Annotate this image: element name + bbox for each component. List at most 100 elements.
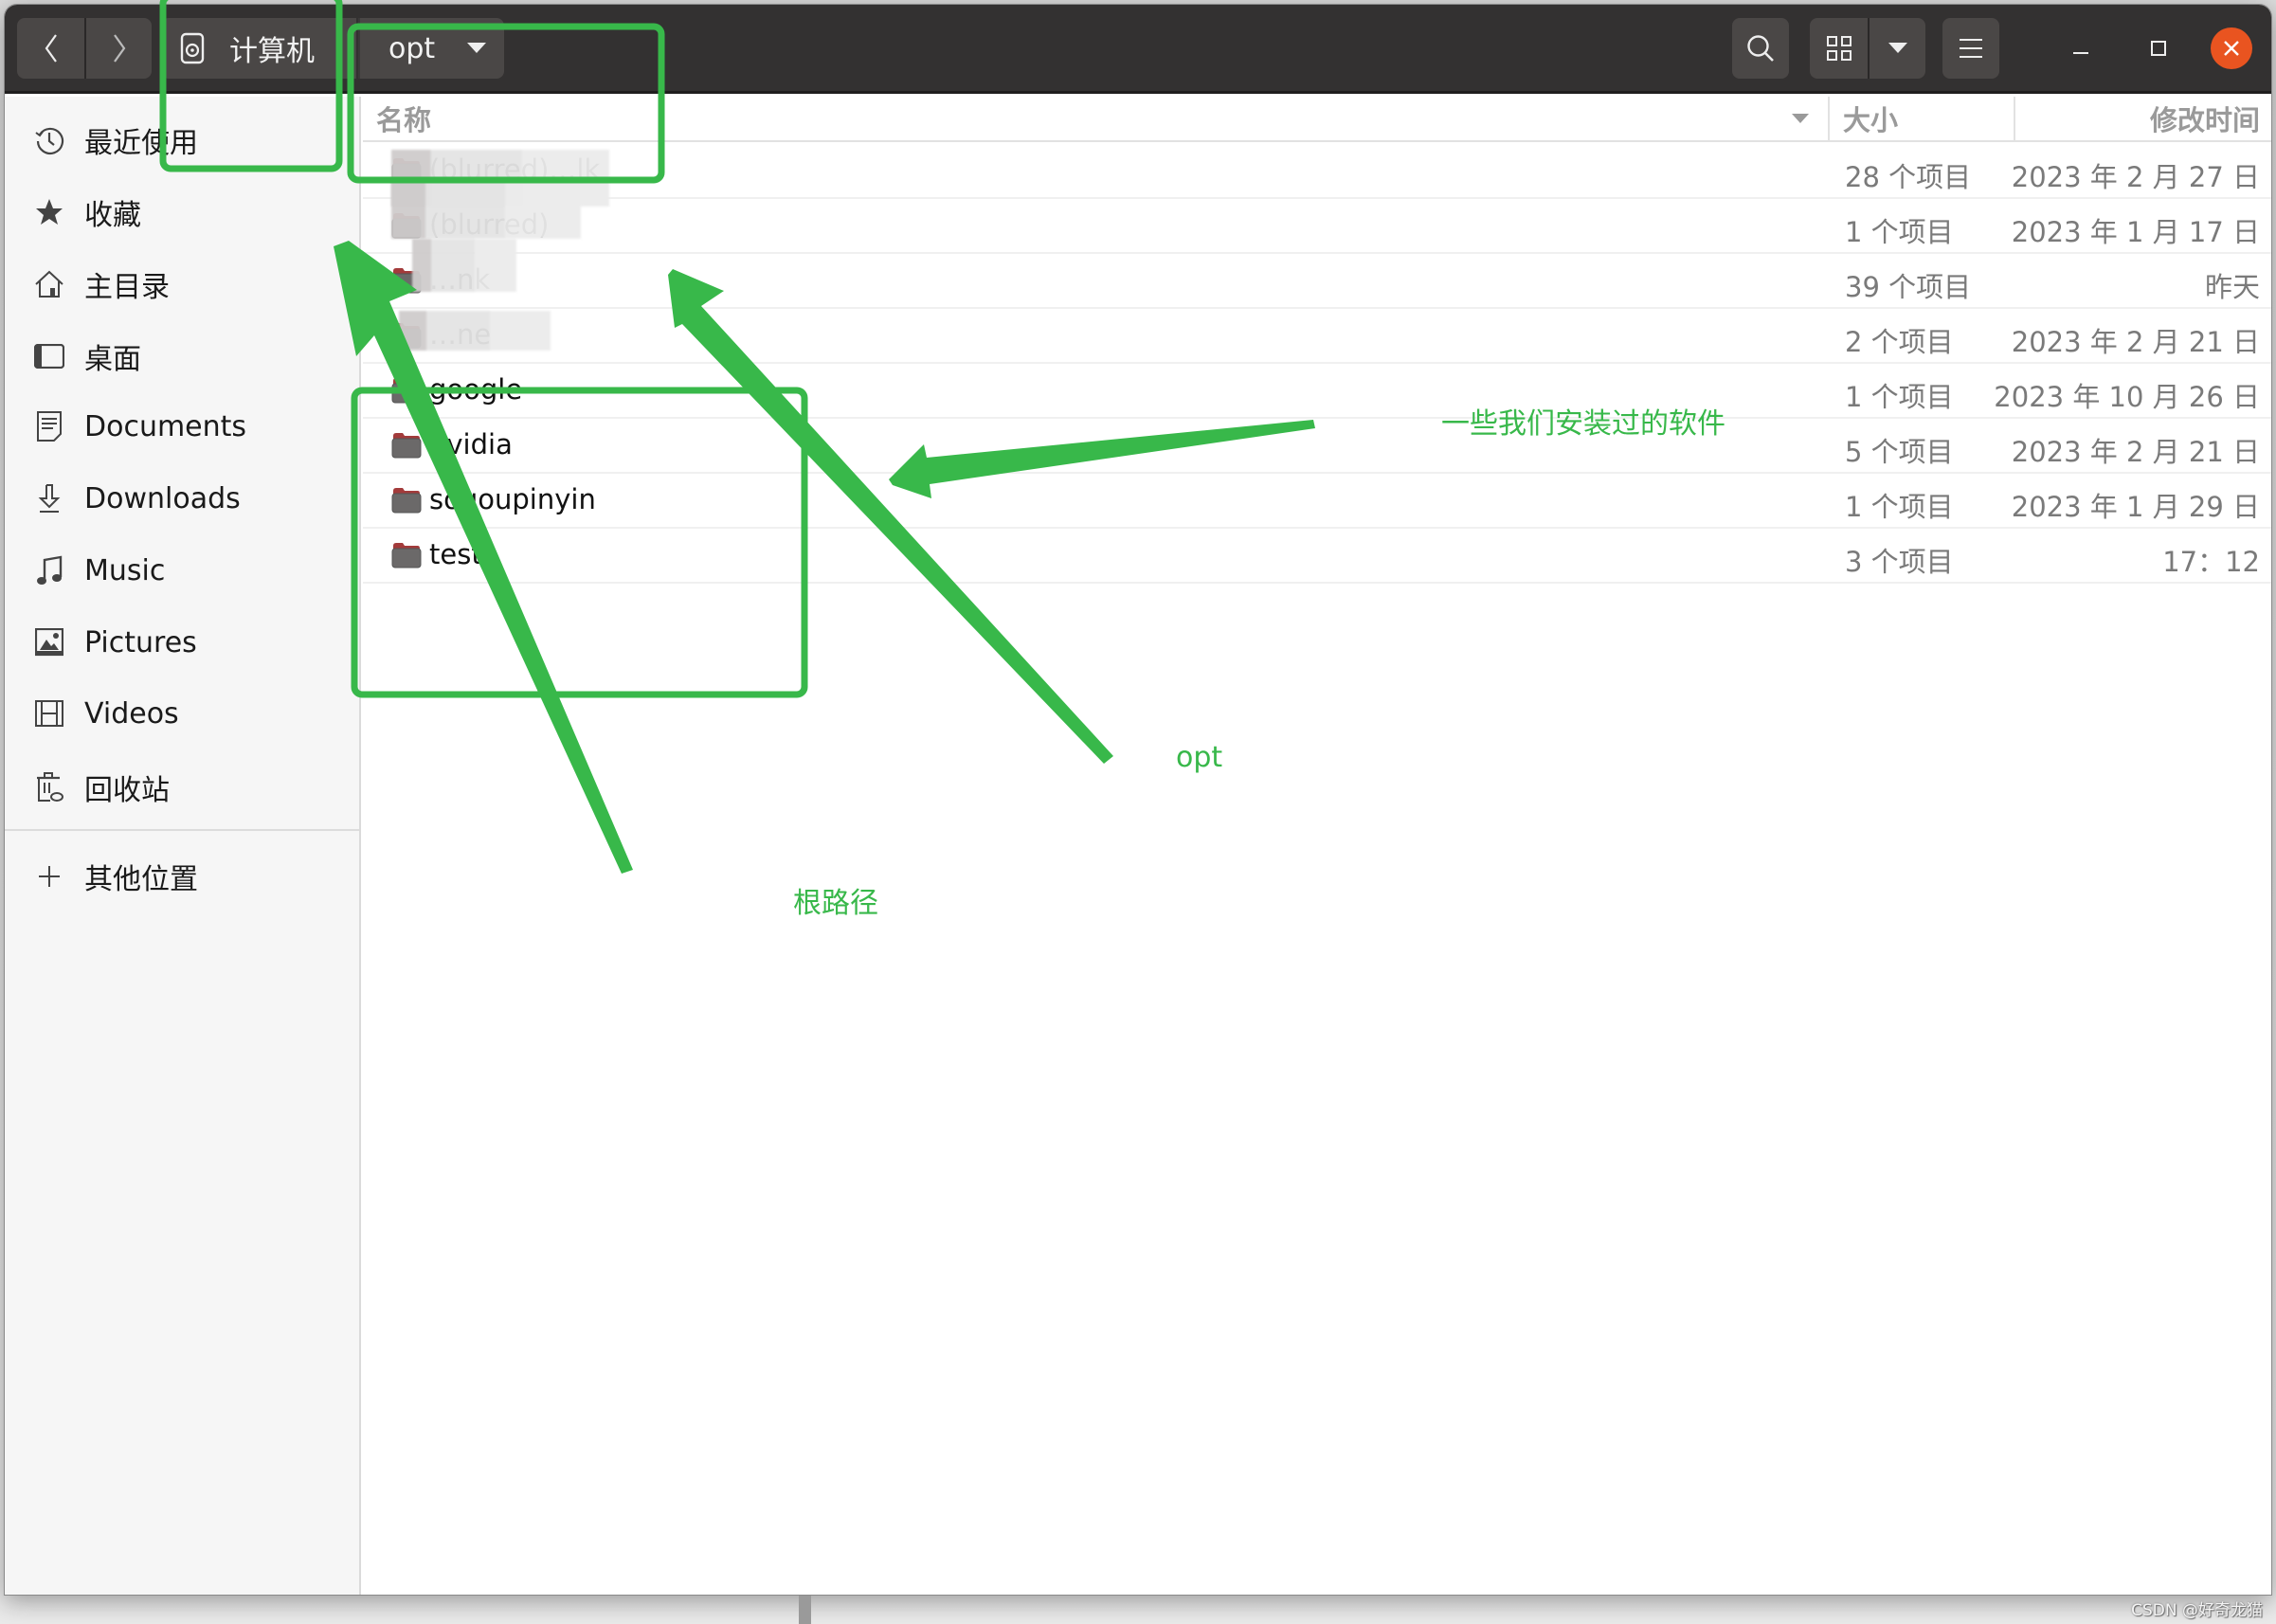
video-icon: [33, 697, 65, 730]
file-row[interactable]: (blurred)…lk28 个项目2023 年 2 月 27 日: [363, 144, 2271, 207]
dropdown-arrow-icon: [1888, 43, 1907, 53]
plus-icon: [33, 860, 65, 893]
star-icon: [33, 196, 65, 228]
redaction-blur: [412, 239, 516, 292]
folder-icon: [391, 543, 422, 568]
chevron-left-icon: [45, 34, 57, 63]
file-size: 1 个项目: [1845, 491, 1954, 523]
sidebar-item-label: 其他位置: [84, 863, 198, 896]
annotation-label-root: 根路径: [793, 887, 878, 920]
file-size: 5 个项目: [1845, 436, 1954, 468]
redaction-blur: [399, 311, 551, 351]
sidebar-item-label: 桌面: [84, 343, 141, 376]
music-icon: [33, 554, 65, 586]
path-label-opt: opt: [388, 31, 436, 65]
sidebar-item-pictures[interactable]: Pictures: [5, 609, 359, 676]
search-button[interactable]: [1732, 18, 1789, 79]
home-icon: [33, 268, 65, 300]
watermark: CSDN @好奇龙猫: [2131, 1601, 2263, 1620]
column-header-name[interactable]: 名称: [363, 97, 1830, 142]
picture-icon: [33, 626, 65, 659]
file-row[interactable]: (blurred)1 个项目2023 年 1 月 17 日: [363, 182, 2271, 254]
view-options-button[interactable]: [1868, 18, 1925, 79]
file-modified: 2023 年 2 月 21 日: [2011, 326, 2260, 358]
file-row[interactable]: nvidia 5 个项目 2023 年 2 月 21 日: [363, 419, 2271, 474]
file-modified: 昨天: [2204, 271, 2260, 303]
file-modified: 2023 年 1 月 29 日: [2011, 491, 2260, 523]
trash-icon: [33, 771, 65, 803]
file-size: 1 个项目: [1845, 381, 1954, 413]
sidebar-item-starred[interactable]: 收藏: [5, 179, 359, 245]
sidebar-item-music[interactable]: Music: [5, 537, 359, 604]
file-row[interactable]: google 1 个项目 2023 年 10 月 26 日: [363, 364, 2271, 419]
dropdown-arrow-icon: [467, 43, 487, 53]
path-label-computer: 计算机: [229, 35, 315, 68]
annotation-label-opt: opt: [1176, 741, 1223, 774]
sidebar-item-label: 收藏: [84, 199, 141, 232]
back-button[interactable]: [17, 18, 84, 79]
sidebar-item-home[interactable]: 主目录: [5, 251, 359, 317]
file-size: 39 个项目: [1845, 271, 1972, 303]
sidebar-item-label: Documents: [84, 409, 247, 443]
column-header-label: 大小: [1843, 104, 1899, 136]
minimize-button[interactable]: [2060, 27, 2102, 69]
chevron-right-icon: [113, 34, 125, 63]
minimize-icon: [2073, 52, 2088, 54]
grid-view-button[interactable]: [1810, 18, 1868, 79]
sort-descending-icon: [1792, 114, 1809, 123]
file-modified: 17：12: [2162, 546, 2260, 578]
file-modified: 2023 年 10 月 26 日: [1994, 381, 2260, 413]
sidebar-item-desktop[interactable]: 桌面: [5, 323, 359, 389]
file-modified: 2023 年 2 月 21 日: [2011, 436, 2260, 468]
file-modified: 2023 年 1 月 17 日: [2011, 216, 2260, 248]
maximize-icon: [2151, 41, 2166, 56]
sidebar-item-documents[interactable]: Documents: [5, 393, 359, 460]
close-icon: [2224, 41, 2239, 56]
sidebar-item-label: 主目录: [84, 271, 170, 304]
sidebar-item-label: Videos: [84, 696, 179, 731]
desktop-icon: [33, 340, 65, 372]
close-button[interactable]: [2211, 27, 2252, 69]
file-list-view: 名称 大小 修改时间 (blurred)…lk28 个项目2023 年 2 月 …: [363, 97, 2271, 1595]
redaction-blur: [391, 182, 581, 239]
forward-button[interactable]: [84, 18, 152, 79]
column-header-modified[interactable]: 修改时间: [2015, 97, 2271, 142]
column-header-label: 名称: [376, 104, 432, 136]
folder-icon: [391, 488, 422, 514]
file-row[interactable]: …nk39 个项目昨天: [363, 239, 2271, 309]
sidebar-item-recent[interactable]: 最近使用: [5, 107, 359, 173]
file-modified: 2023 年 2 月 27 日: [2011, 161, 2260, 193]
file-name: nvidia: [429, 428, 513, 460]
search-icon: [1747, 35, 1774, 62]
path-button-opt[interactable]: opt: [358, 18, 504, 79]
path-button-computer[interactable]: 计算机: [161, 18, 356, 79]
file-row[interactable]: sogoupinyin 1 个项目 2023 年 1 月 29 日: [363, 474, 2271, 529]
download-icon: [33, 482, 65, 514]
sidebar-item-videos[interactable]: Videos: [5, 680, 359, 747]
sidebar-item-label: Music: [84, 553, 166, 587]
grid-view-icon: [1826, 36, 1852, 61]
column-header-size[interactable]: 大小: [1830, 97, 2015, 142]
drive-icon: [180, 32, 205, 64]
folder-icon: [391, 433, 422, 459]
hamburger-menu-icon: [1960, 39, 1982, 58]
sidebar-item-downloads[interactable]: Downloads: [5, 465, 359, 532]
sidebar-item-label: Downloads: [84, 481, 241, 515]
recent-icon: [33, 124, 65, 156]
document-icon: [33, 410, 65, 442]
file-row[interactable]: test 3 个项目 17：12: [363, 529, 2271, 584]
navigation-buttons: [17, 18, 152, 79]
maximize-button[interactable]: [2138, 27, 2179, 69]
sidebar-item-trash[interactable]: 回收站: [5, 754, 359, 821]
sidebar: 最近使用 收藏 主目录 桌面 Documents Downloads Music…: [5, 97, 361, 1595]
sidebar-item-other-locations[interactable]: 其他位置: [5, 843, 359, 910]
view-toggle-group: [1810, 18, 1925, 79]
folder-icon: [391, 378, 422, 404]
sidebar-item-label: Pictures: [84, 625, 197, 659]
file-size: 28 个项目: [1845, 161, 1972, 193]
sidebar-separator: [5, 829, 359, 831]
main-menu-button[interactable]: [1942, 18, 1999, 79]
file-row[interactable]: …ne2 个项目2023 年 2 月 21 日: [363, 309, 2271, 364]
file-name: test: [429, 538, 482, 570]
column-header-label: 修改时间: [2149, 104, 2260, 136]
